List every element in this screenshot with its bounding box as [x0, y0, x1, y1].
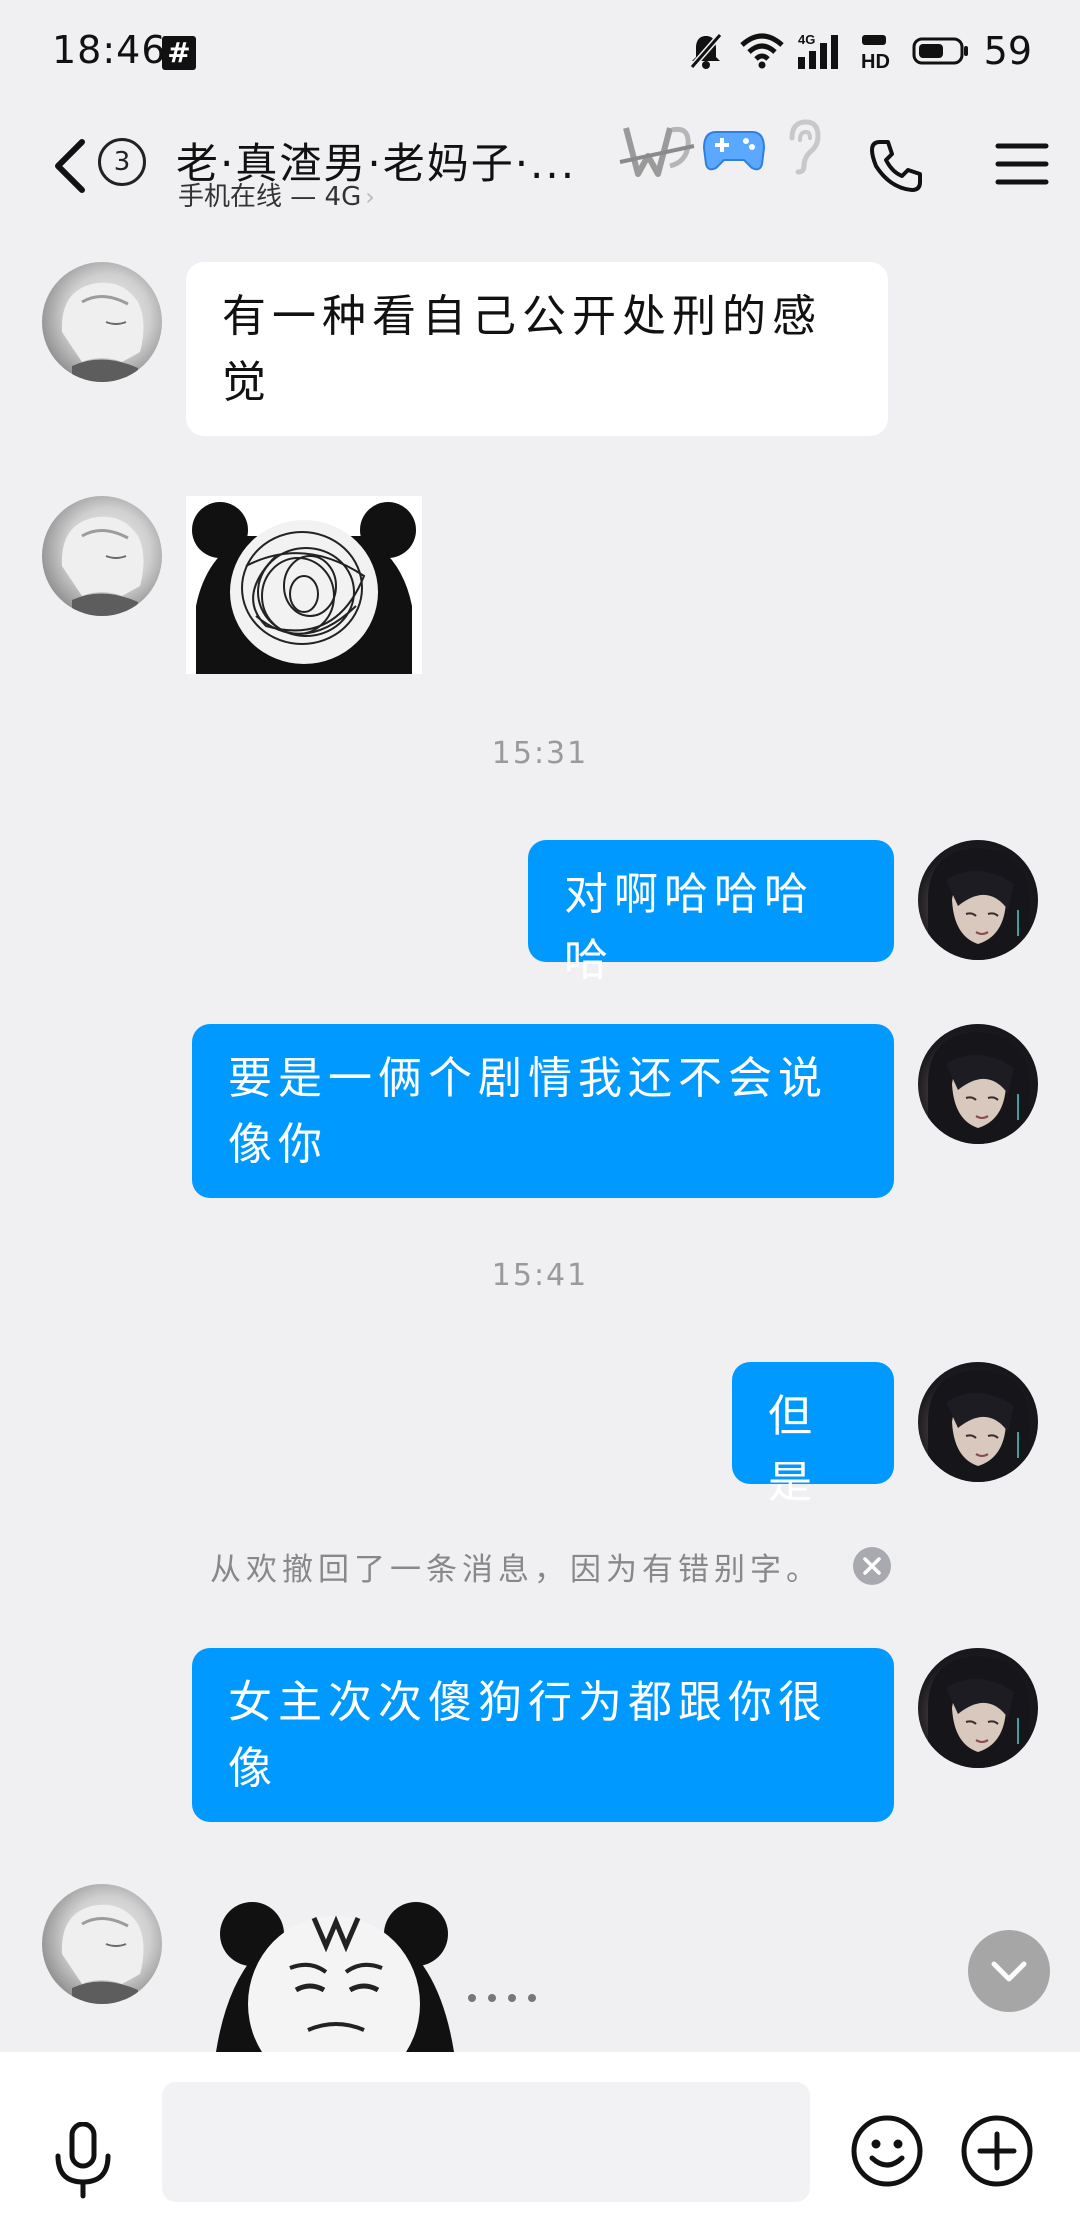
- contact-avatar[interactable]: [42, 262, 162, 382]
- recall-notice: 从欢撤回了一条消息，因为有错别字。: [210, 1552, 822, 1588]
- microphone-icon[interactable]: [52, 2122, 114, 2200]
- svg-text:HD: HD: [861, 51, 890, 71]
- mute-icon: [689, 33, 722, 69]
- status-icons: 4G HD 59: [686, 28, 1032, 74]
- hd-icon: HD: [861, 35, 890, 71]
- close-icon[interactable]: [852, 1546, 892, 1586]
- contact-avatar[interactable]: [42, 1884, 162, 2004]
- scribble-panda-sticker[interactable]: [186, 496, 422, 674]
- status-bar: 18:46 # 4G HD 59: [0, 0, 1080, 110]
- hash-icon: #: [162, 36, 196, 70]
- unread-count-badge[interactable]: 3: [98, 138, 146, 186]
- message-bubble-outgoing[interactable]: 对啊哈哈哈哈: [528, 840, 894, 986]
- scroll-to-bottom-icon[interactable]: [968, 1930, 1050, 2012]
- back-icon[interactable]: [44, 130, 96, 202]
- message-timestamp: 15:31: [491, 736, 589, 771]
- chevron-right-icon: ›: [365, 183, 375, 211]
- menu-icon[interactable]: [994, 136, 1050, 192]
- battery-level: 59: [983, 29, 1032, 73]
- emoji-icon[interactable]: [850, 2114, 924, 2188]
- angry-panda-sticker[interactable]: [210, 1894, 570, 2052]
- online-status-text: 手机在线 — 4G: [178, 182, 362, 212]
- message-bubble-outgoing[interactable]: 女主次次傻狗行为都跟你很像: [192, 1648, 894, 1822]
- gamepad-icon[interactable]: [702, 124, 766, 174]
- self-avatar[interactable]: [918, 1362, 1038, 1482]
- chat-header: 3 老·真渣男·老妈子·... 手机在线 — 4G ›: [0, 110, 1080, 240]
- self-avatar[interactable]: [918, 1648, 1038, 1768]
- input-bar: [0, 2052, 1080, 2232]
- level-tag-icon[interactable]: [618, 116, 698, 186]
- message-timestamp: 15:41: [491, 1258, 589, 1293]
- chat-status[interactable]: 手机在线 — 4G ›: [178, 176, 375, 213]
- plus-icon[interactable]: [960, 2114, 1034, 2188]
- signal-icon: 4G: [797, 32, 838, 69]
- self-avatar[interactable]: [918, 1024, 1038, 1144]
- contact-avatar[interactable]: [42, 496, 162, 616]
- wifi-icon: [739, 33, 784, 69]
- phone-icon[interactable]: [866, 136, 926, 196]
- status-time: 18:46: [52, 28, 167, 72]
- message-bubble-outgoing[interactable]: 要是一俩个剧情我还不会说像你: [192, 1024, 894, 1198]
- message-input[interactable]: [162, 2082, 810, 2202]
- battery-icon: [912, 37, 968, 65]
- self-avatar[interactable]: [918, 840, 1038, 960]
- message-bubble-outgoing[interactable]: 但是: [732, 1362, 894, 1508]
- message-bubble-incoming[interactable]: 有一种看自己公开处刑的感觉: [186, 262, 888, 436]
- ear-icon[interactable]: [782, 116, 822, 176]
- svg-text:4G: 4G: [798, 32, 815, 47]
